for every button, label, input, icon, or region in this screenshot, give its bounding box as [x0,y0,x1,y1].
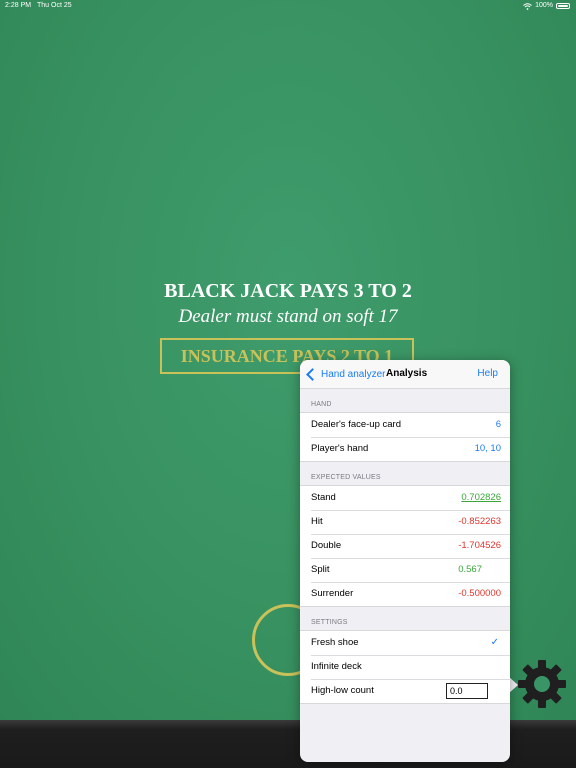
ev-hit-value: -0.852263 [458,516,501,527]
infinite-deck-row[interactable]: Infinite deck [300,655,510,679]
ev-row-hit: Hit -0.852263 [300,510,510,534]
wifi-icon [523,2,532,10]
popover-title: Analysis [386,368,428,379]
ev-row-double: Double -1.704526 [300,534,510,558]
ev-row-split: Split 0.567 [300,558,510,582]
row-label: Surrender [311,588,354,599]
settings-section-header: SETTINGS [311,619,348,626]
back-label: Hand analyzer [321,368,386,380]
status-date: Thu Oct 25 [37,2,72,9]
fresh-shoe-row[interactable]: Fresh shoe ✓ [300,631,510,655]
dealer-card-row[interactable]: Dealer's face-up card 6 [300,413,510,437]
battery-icon [556,3,570,9]
ev-split-value: 0.567 [458,564,482,575]
row-label: Dealer's face-up card [311,419,401,430]
ev-double-value: -1.704526 [458,540,501,551]
row-label: Stand [311,492,336,503]
ev-group: Stand 0.702826 Hit -0.852263 Double -1.7… [300,485,510,607]
ev-surrender-value: -0.500000 [458,588,501,599]
popover-nav-bar: Hand analyzer Analysis Help [300,360,510,389]
status-right: 100% [523,0,570,12]
row-label: Double [311,540,342,551]
high-low-count-row: High-low count [300,679,510,703]
popover-bottom-space [300,704,510,744]
status-time: 2:28 PM [5,2,32,9]
high-low-count-input[interactable] [446,683,488,699]
player-hand-value: 10, 10 [474,443,501,454]
row-label: Infinite deck [311,661,362,672]
back-button[interactable]: Hand analyzer [306,360,385,388]
analysis-popover: Hand analyzer Analysis Help HAND Dealer'… [300,360,510,762]
dealer-rule-text: Dealer must stand on soft 17 [178,306,398,327]
settings-group: Fresh shoe ✓ Infinite deck High-low coun… [300,630,510,704]
row-label: Hit [311,516,323,527]
row-label: Player's hand [311,443,369,454]
row-label: Split [311,564,330,575]
hand-group: Dealer's face-up card 6 Player's hand 10… [300,412,510,462]
row-label: Fresh shoe [311,637,359,648]
chevron-left-icon [306,367,319,381]
ev-row-stand: Stand 0.702826 [300,486,510,510]
checkmark-icon: ✓ [490,637,499,648]
ev-stand-value: 0.702826 [461,492,501,503]
gear-icon[interactable] [516,658,568,710]
ev-section-header: EXPECTED VALUES [311,474,381,481]
battery-percent: 100% [535,2,553,9]
status-bar: 2:28 PM Thu Oct 25 100% [0,0,576,12]
help-button[interactable]: Help [477,360,498,388]
row-label: High-low count [311,685,374,696]
player-hand-row[interactable]: Player's hand 10, 10 [300,437,510,461]
blackjack-pays-text: BLACK JACK PAYS 3 TO 2 [164,280,412,302]
hand-section-header: HAND [311,401,332,408]
dealer-card-value: 6 [495,419,501,430]
ev-row-surrender: Surrender -0.500000 [300,582,510,606]
